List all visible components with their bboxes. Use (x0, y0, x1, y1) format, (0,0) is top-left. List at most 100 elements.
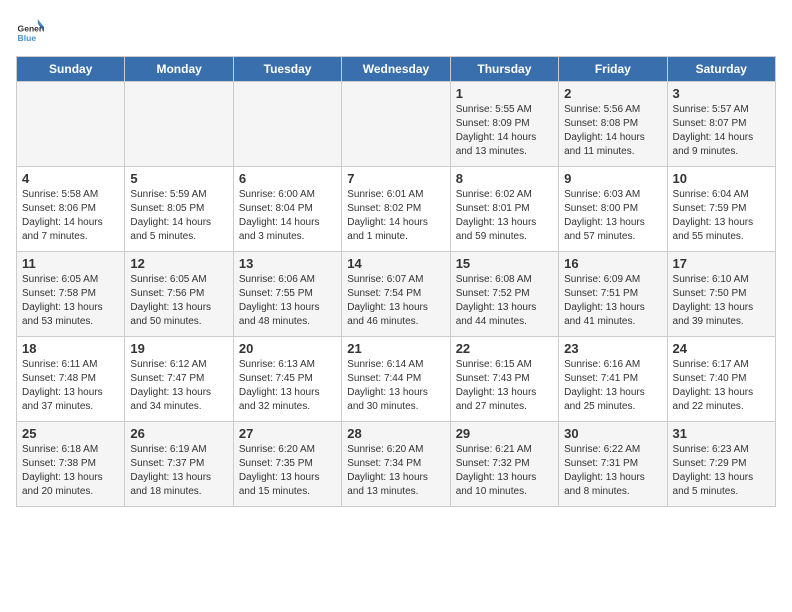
day-number: 8 (456, 171, 553, 186)
day-number: 30 (564, 426, 661, 441)
day-number: 23 (564, 341, 661, 356)
logo: General Blue (16, 16, 48, 44)
calendar-cell: 25 Sunrise: 6:18 AM Sunset: 7:38 PM Dayli… (17, 422, 125, 507)
day-number: 7 (347, 171, 444, 186)
calendar-cell: 5Sunrise: 5:59 AM Sunset: 8:05 PM Daylig… (125, 167, 233, 252)
day-number: 10 (673, 171, 770, 186)
calendar-week-row: 11Sunrise: 6:05 AM Sunset: 7:58 PM Dayli… (17, 252, 776, 337)
weekday-header: Monday (125, 57, 233, 82)
calendar-cell: 27 Sunrise: 6:20 AM Sunset: 7:35 PM Dayli… (233, 422, 341, 507)
day-number: 17 (673, 256, 770, 271)
day-number: 9 (564, 171, 661, 186)
day-info: Sunrise: 6:17 AM Sunset: 7:40 PM Dayligh… (673, 358, 770, 414)
calendar-cell: 2 Sunrise: 5:56 AM Sunset: 8:08 PM Daylig… (559, 82, 667, 167)
day-info: Sunrise: 6:14 AM Sunset: 7:44 PM Dayligh… (347, 358, 444, 414)
weekday-header: Wednesday (342, 57, 450, 82)
day-number: 18 (22, 341, 119, 356)
calendar-cell: 7 Sunrise: 6:01 AM Sunset: 8:02 PM Daylig… (342, 167, 450, 252)
calendar-cell (17, 82, 125, 167)
day-info: Sunrise: 6:22 AM Sunset: 7:31 PM Dayligh… (564, 443, 661, 499)
calendar-cell: 24 Sunrise: 6:17 AM Sunset: 7:40 PM Dayli… (667, 337, 775, 422)
calendar-table: SundayMondayTuesdayWednesdayThursdayFrid… (16, 56, 776, 507)
calendar-cell: 3 Sunrise: 5:57 AM Sunset: 8:07 PM Daylig… (667, 82, 775, 167)
day-info: Sunrise: 5:56 AM Sunset: 8:08 PM Dayligh… (564, 103, 661, 159)
calendar-cell: 18 Sunrise: 6:11 AM Sunset: 7:48 PM Dayli… (17, 337, 125, 422)
calendar-cell: 31Sunrise: 6:23 AM Sunset: 7:29 PM Dayli… (667, 422, 775, 507)
calendar-cell: 16 Sunrise: 6:09 AM Sunset: 7:51 PM Dayli… (559, 252, 667, 337)
day-number: 6 (239, 171, 336, 186)
calendar-cell: 14Sunrise: 6:07 AM Sunset: 7:54 PM Dayli… (342, 252, 450, 337)
day-number: 21 (347, 341, 444, 356)
day-info: Sunrise: 6:12 AM Sunset: 7:47 PM Dayligh… (130, 358, 227, 414)
day-info: Sunrise: 6:05 AM Sunset: 7:56 PM Dayligh… (130, 273, 227, 329)
calendar-cell: 22 Sunrise: 6:15 AM Sunset: 7:43 PM Dayli… (450, 337, 558, 422)
day-info: Sunrise: 6:20 AM Sunset: 7:35 PM Dayligh… (239, 443, 336, 499)
day-number: 14 (347, 256, 444, 271)
weekday-header: Friday (559, 57, 667, 82)
weekday-header: Saturday (667, 57, 775, 82)
calendar-cell: 28 Sunrise: 6:20 AM Sunset: 7:34 PM Dayli… (342, 422, 450, 507)
calendar-cell (233, 82, 341, 167)
day-info: Sunrise: 6:13 AM Sunset: 7:45 PM Dayligh… (239, 358, 336, 414)
calendar-week-row: 18 Sunrise: 6:11 AM Sunset: 7:48 PM Dayli… (17, 337, 776, 422)
day-info: Sunrise: 6:23 AM Sunset: 7:29 PM Dayligh… (673, 443, 770, 499)
day-info: Sunrise: 6:11 AM Sunset: 7:48 PM Dayligh… (22, 358, 119, 414)
day-info: Sunrise: 6:00 AM Sunset: 8:04 PM Dayligh… (239, 188, 336, 244)
day-info: Sunrise: 5:58 AM Sunset: 8:06 PM Dayligh… (22, 188, 119, 244)
day-info: Sunrise: 5:57 AM Sunset: 8:07 PM Dayligh… (673, 103, 770, 159)
day-info: Sunrise: 6:01 AM Sunset: 8:02 PM Dayligh… (347, 188, 444, 244)
day-number: 19 (130, 341, 227, 356)
day-number: 25 (22, 426, 119, 441)
calendar-cell: 20 Sunrise: 6:13 AM Sunset: 7:45 PM Dayli… (233, 337, 341, 422)
day-number: 2 (564, 86, 661, 101)
logo-icon: General Blue (16, 16, 44, 44)
day-number: 12 (130, 256, 227, 271)
calendar-week-row: 1Sunrise: 5:55 AM Sunset: 8:09 PM Daylig… (17, 82, 776, 167)
calendar-week-row: 4 Sunrise: 5:58 AM Sunset: 8:06 PM Daylig… (17, 167, 776, 252)
day-info: Sunrise: 5:59 AM Sunset: 8:05 PM Dayligh… (130, 188, 227, 244)
calendar-cell: 6 Sunrise: 6:00 AM Sunset: 8:04 PM Daylig… (233, 167, 341, 252)
weekday-header: Sunday (17, 57, 125, 82)
day-info: Sunrise: 6:09 AM Sunset: 7:51 PM Dayligh… (564, 273, 661, 329)
day-number: 29 (456, 426, 553, 441)
day-number: 1 (456, 86, 553, 101)
calendar-cell: 11Sunrise: 6:05 AM Sunset: 7:58 PM Dayli… (17, 252, 125, 337)
calendar-cell: 19 Sunrise: 6:12 AM Sunset: 7:47 PM Dayli… (125, 337, 233, 422)
day-info: Sunrise: 6:06 AM Sunset: 7:55 PM Dayligh… (239, 273, 336, 329)
calendar-cell: 17 Sunrise: 6:10 AM Sunset: 7:50 PM Dayli… (667, 252, 775, 337)
day-number: 13 (239, 256, 336, 271)
day-info: Sunrise: 6:16 AM Sunset: 7:41 PM Dayligh… (564, 358, 661, 414)
calendar-cell: 8Sunrise: 6:02 AM Sunset: 8:01 PM Daylig… (450, 167, 558, 252)
calendar-cell: 29 Sunrise: 6:21 AM Sunset: 7:32 PM Dayli… (450, 422, 558, 507)
day-number: 22 (456, 341, 553, 356)
calendar-cell: 15Sunrise: 6:08 AM Sunset: 7:52 PM Dayli… (450, 252, 558, 337)
calendar-cell: 26Sunrise: 6:19 AM Sunset: 7:37 PM Dayli… (125, 422, 233, 507)
calendar-cell: 4 Sunrise: 5:58 AM Sunset: 8:06 PM Daylig… (17, 167, 125, 252)
day-number: 11 (22, 256, 119, 271)
day-info: Sunrise: 6:18 AM Sunset: 7:38 PM Dayligh… (22, 443, 119, 499)
day-number: 16 (564, 256, 661, 271)
day-info: Sunrise: 6:08 AM Sunset: 7:52 PM Dayligh… (456, 273, 553, 329)
day-number: 20 (239, 341, 336, 356)
day-number: 26 (130, 426, 227, 441)
calendar-cell: 10 Sunrise: 6:04 AM Sunset: 7:59 PM Dayli… (667, 167, 775, 252)
day-info: Sunrise: 6:15 AM Sunset: 7:43 PM Dayligh… (456, 358, 553, 414)
day-info: Sunrise: 6:21 AM Sunset: 7:32 PM Dayligh… (456, 443, 553, 499)
day-number: 24 (673, 341, 770, 356)
page-header: General Blue (16, 16, 776, 44)
day-info: Sunrise: 6:20 AM Sunset: 7:34 PM Dayligh… (347, 443, 444, 499)
day-number: 3 (673, 86, 770, 101)
calendar-cell: 13 Sunrise: 6:06 AM Sunset: 7:55 PM Dayli… (233, 252, 341, 337)
day-number: 4 (22, 171, 119, 186)
day-number: 27 (239, 426, 336, 441)
day-info: Sunrise: 6:10 AM Sunset: 7:50 PM Dayligh… (673, 273, 770, 329)
calendar-week-row: 25 Sunrise: 6:18 AM Sunset: 7:38 PM Dayli… (17, 422, 776, 507)
calendar-cell: 23 Sunrise: 6:16 AM Sunset: 7:41 PM Dayli… (559, 337, 667, 422)
calendar-cell: 9Sunrise: 6:03 AM Sunset: 8:00 PM Daylig… (559, 167, 667, 252)
weekday-header: Tuesday (233, 57, 341, 82)
day-info: Sunrise: 6:04 AM Sunset: 7:59 PM Dayligh… (673, 188, 770, 244)
calendar-cell (342, 82, 450, 167)
day-number: 28 (347, 426, 444, 441)
calendar-cell: 21 Sunrise: 6:14 AM Sunset: 7:44 PM Dayli… (342, 337, 450, 422)
weekday-header-row: SundayMondayTuesdayWednesdayThursdayFrid… (17, 57, 776, 82)
